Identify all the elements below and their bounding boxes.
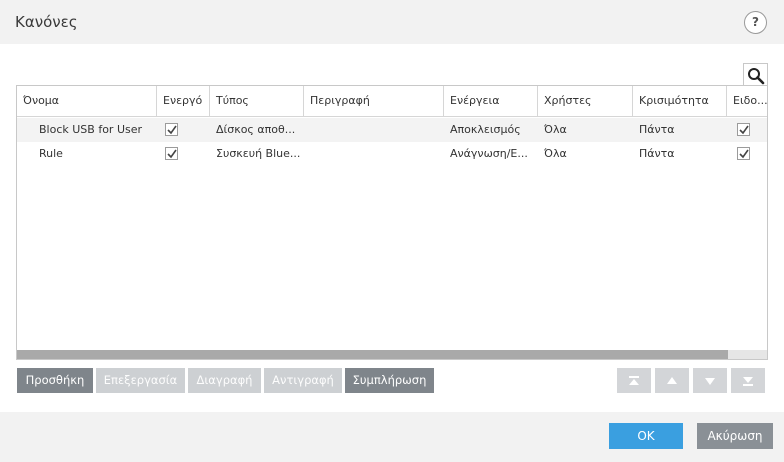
notify-checkbox[interactable] [737, 147, 750, 160]
row-description [304, 118, 444, 142]
column-header-notify[interactable]: Ειδο... [727, 86, 767, 116]
move-up-icon[interactable] [655, 368, 689, 393]
column-header-description[interactable]: Περιγραφή [304, 86, 444, 116]
column-header-type[interactable]: Τύπος [210, 86, 304, 116]
row-type: Συσκευή Blue... [216, 147, 301, 160]
row-severity: Πάντα [639, 147, 675, 160]
table-row[interactable]: Rule Συσκευή Blue... Ανάγνωση/Ε... Όλα Π… [17, 142, 767, 166]
copy-button[interactable]: Αντιγραφή [264, 368, 342, 393]
row-name: Block USB for User [39, 123, 143, 136]
row-users: Όλα [544, 147, 567, 160]
check-icon [739, 149, 749, 159]
rules-table[interactable]: Όνομα Ενεργό Τύπος Περιγραφή Ενέργεια Χρ… [16, 85, 768, 360]
row-action: Αποκλεισμός [450, 123, 521, 136]
row-users: Όλα [544, 123, 567, 136]
row-action: Ανάγνωση/Ε... [450, 147, 528, 160]
row-severity: Πάντα [639, 123, 675, 136]
table-header: Όνομα Ενεργό Τύπος Περιγραφή Ενέργεια Χρ… [17, 86, 767, 117]
horizontal-scrollbar[interactable] [17, 350, 767, 359]
column-header-enabled[interactable]: Ενεργό [157, 86, 210, 116]
dialog-header: Κανόνες ? [0, 0, 784, 44]
ok-button[interactable]: OK [609, 423, 683, 449]
column-header-action[interactable]: Ενέργεια [444, 86, 538, 116]
cancel-button[interactable]: Ακύρωση [697, 423, 773, 449]
column-header-name[interactable]: Όνομα [17, 86, 157, 116]
enabled-checkbox[interactable] [165, 147, 178, 160]
column-header-severity[interactable]: Κρισιμότητα [633, 86, 727, 116]
move-top-icon[interactable] [617, 368, 651, 393]
check-icon [739, 125, 749, 135]
populate-button[interactable]: Συμπλήρωση [345, 368, 434, 393]
help-icon[interactable]: ? [744, 11, 767, 34]
row-description [304, 142, 444, 166]
check-icon [167, 149, 177, 159]
enabled-checkbox[interactable] [165, 123, 178, 136]
check-icon [167, 125, 177, 135]
scrollbar-thumb[interactable] [17, 350, 728, 359]
notify-checkbox[interactable] [737, 123, 750, 136]
move-bottom-icon[interactable] [731, 368, 765, 393]
table-row[interactable]: Block USB for User Δίσκος αποθ... Αποκλε… [17, 118, 767, 142]
row-type: Δίσκος αποθ... [216, 123, 296, 136]
delete-button[interactable]: Διαγραφή [188, 368, 261, 393]
add-button[interactable]: Προσθήκη [17, 368, 93, 393]
column-header-users[interactable]: Χρήστες [538, 86, 633, 116]
move-down-icon[interactable] [693, 368, 727, 393]
dialog-title: Κανόνες [15, 13, 78, 31]
edit-button[interactable]: Επεξεργασία [96, 368, 185, 393]
row-name: Rule [39, 147, 63, 160]
